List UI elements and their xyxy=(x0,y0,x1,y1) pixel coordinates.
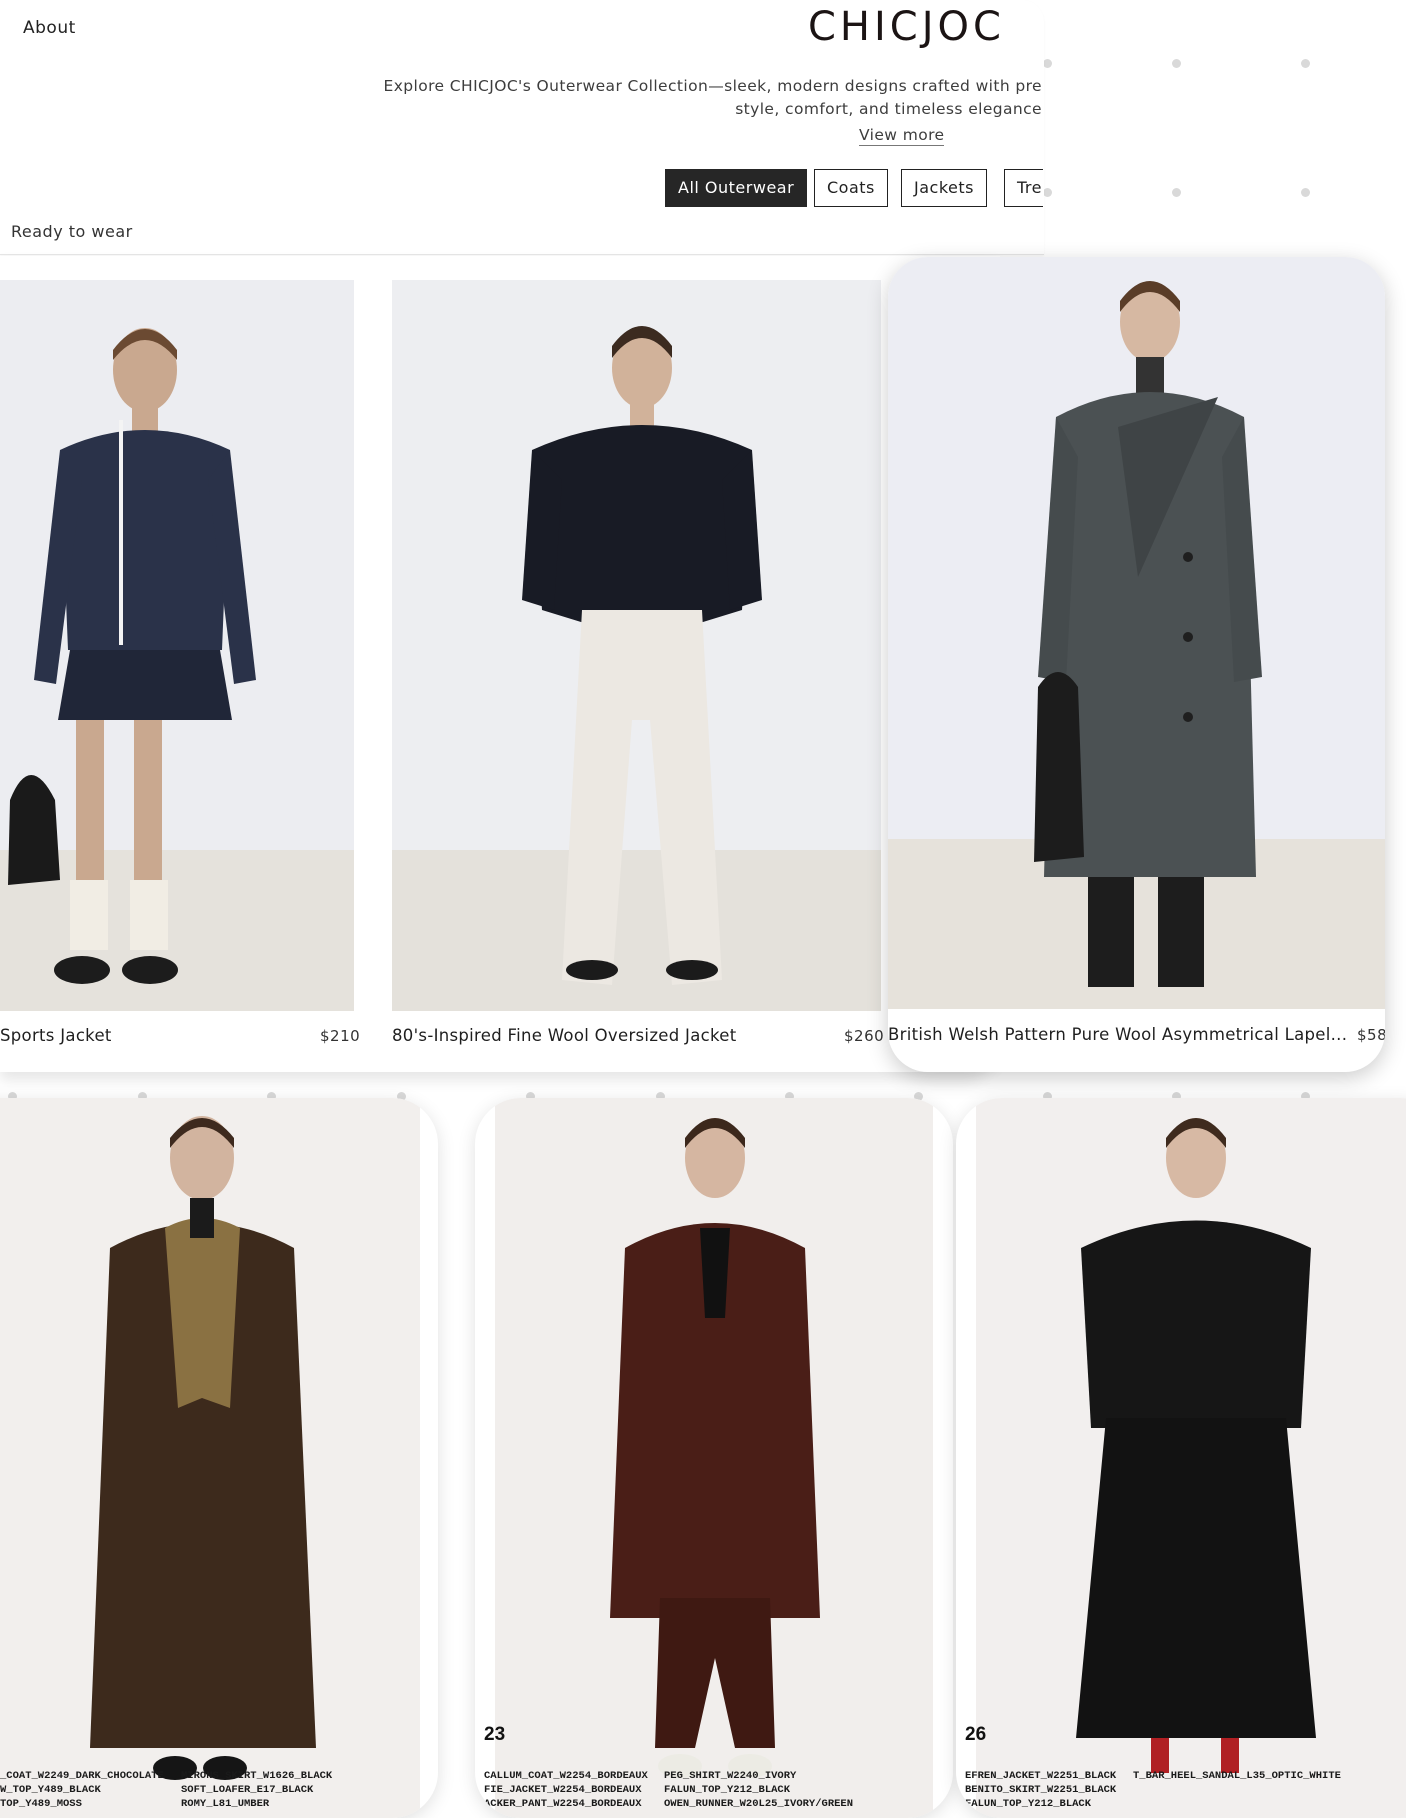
product-price: $260 xyxy=(844,1027,885,1045)
filter-trench[interactable]: Tre xyxy=(1004,169,1043,207)
category-filters: All Outerwear Coats Jackets Tre xyxy=(665,169,1043,211)
dot xyxy=(1172,188,1181,197)
product-title[interactable]: Sports Jacket xyxy=(0,1026,112,1045)
look-codes-col1: _COAT_W2249_DARK_CHOCOLATE W_TOP_Y489_BL… xyxy=(0,1770,164,1810)
product-price: $210 xyxy=(320,1027,361,1045)
filter-coats[interactable]: Coats xyxy=(814,169,888,207)
product-title[interactable]: British Welsh Pattern Pure Wool Asymmetr… xyxy=(888,1025,1347,1044)
model-photo xyxy=(976,1098,1406,1818)
dot xyxy=(1301,188,1310,197)
about-link[interactable]: About xyxy=(23,18,76,38)
look-codes-col1: EFREN_JACKET_W2251_BLACK BENITO_SKIRT_W2… xyxy=(965,1770,1117,1810)
view-more-link[interactable]: View more xyxy=(859,125,945,146)
look-codes-col2: MIRONS_SKIRT_W1626_BLACK SOFT_LOAFER_E17… xyxy=(181,1770,333,1810)
collection-intro: Explore CHICJOC's Outerwear Collection—s… xyxy=(300,75,1042,121)
dot xyxy=(1043,59,1052,68)
dot xyxy=(1172,59,1181,68)
filter-jackets[interactable]: Jackets xyxy=(901,169,987,207)
product-image-sports-jacket[interactable] xyxy=(0,280,354,1011)
model-photo xyxy=(0,280,354,1011)
product-card-british-welsh-coat[interactable]: British Welsh Pattern Pure Wool Asymmetr… xyxy=(888,257,1385,1072)
product-title[interactable]: 80's-Inspired Fine Wool Oversized Jacket xyxy=(392,1026,736,1045)
look-codes-col2: T_BAR_HEEL_SANDAL_L35_OPTIC_WHITE xyxy=(1133,1770,1341,1782)
model-photo xyxy=(888,257,1385,1009)
product-row: Sports Jacket $210 80's-Inspired Fine Wo… xyxy=(0,256,1000,1072)
product-image-british-welsh-coat[interactable] xyxy=(888,257,1385,1009)
model-photo xyxy=(0,1098,420,1818)
look-card-dark-chocolate-coat[interactable]: _COAT_W2249_DARK_CHOCOLATE W_TOP_Y489_BL… xyxy=(0,1098,438,1818)
look-card-bordeaux-suit[interactable]: 23 CALLUM_COAT_W2254_BORDEAUX FIE_JACKET… xyxy=(475,1098,953,1818)
model-photo xyxy=(495,1098,933,1818)
brand-logo[interactable]: CHICJOC xyxy=(808,4,1005,50)
look-card-black-jacket-skirt[interactable]: 26 EFREN_JACKET_W2251_BLACK BENITO_SKIRT… xyxy=(956,1098,1406,1818)
intro-line-1: Explore CHICJOC's Outerwear Collection—s… xyxy=(383,77,1042,95)
look-codes-col1: CALLUM_COAT_W2254_BORDEAUX FIE_JACKET_W2… xyxy=(484,1770,648,1810)
dot xyxy=(1301,59,1310,68)
product-price: $58 xyxy=(1357,1026,1385,1044)
filter-all-outerwear[interactable]: All Outerwear xyxy=(665,169,808,207)
dot xyxy=(1043,188,1052,197)
product-image-oversized-jacket[interactable] xyxy=(392,280,881,1011)
look-number: 23 xyxy=(484,1724,506,1745)
look-codes-col2: PEG_SHIRT_W2240_IVORY FALUN_TOP_Y212_BLA… xyxy=(664,1770,854,1810)
look-number: 26 xyxy=(965,1724,987,1745)
section-label: Ready to wear xyxy=(11,222,133,241)
model-photo xyxy=(392,280,881,1011)
intro-line-2: style, comfort, and timeless elegance xyxy=(735,100,1042,118)
header-panel: About CHICJOC Explore CHICJOC's Outerwea… xyxy=(0,0,1044,255)
